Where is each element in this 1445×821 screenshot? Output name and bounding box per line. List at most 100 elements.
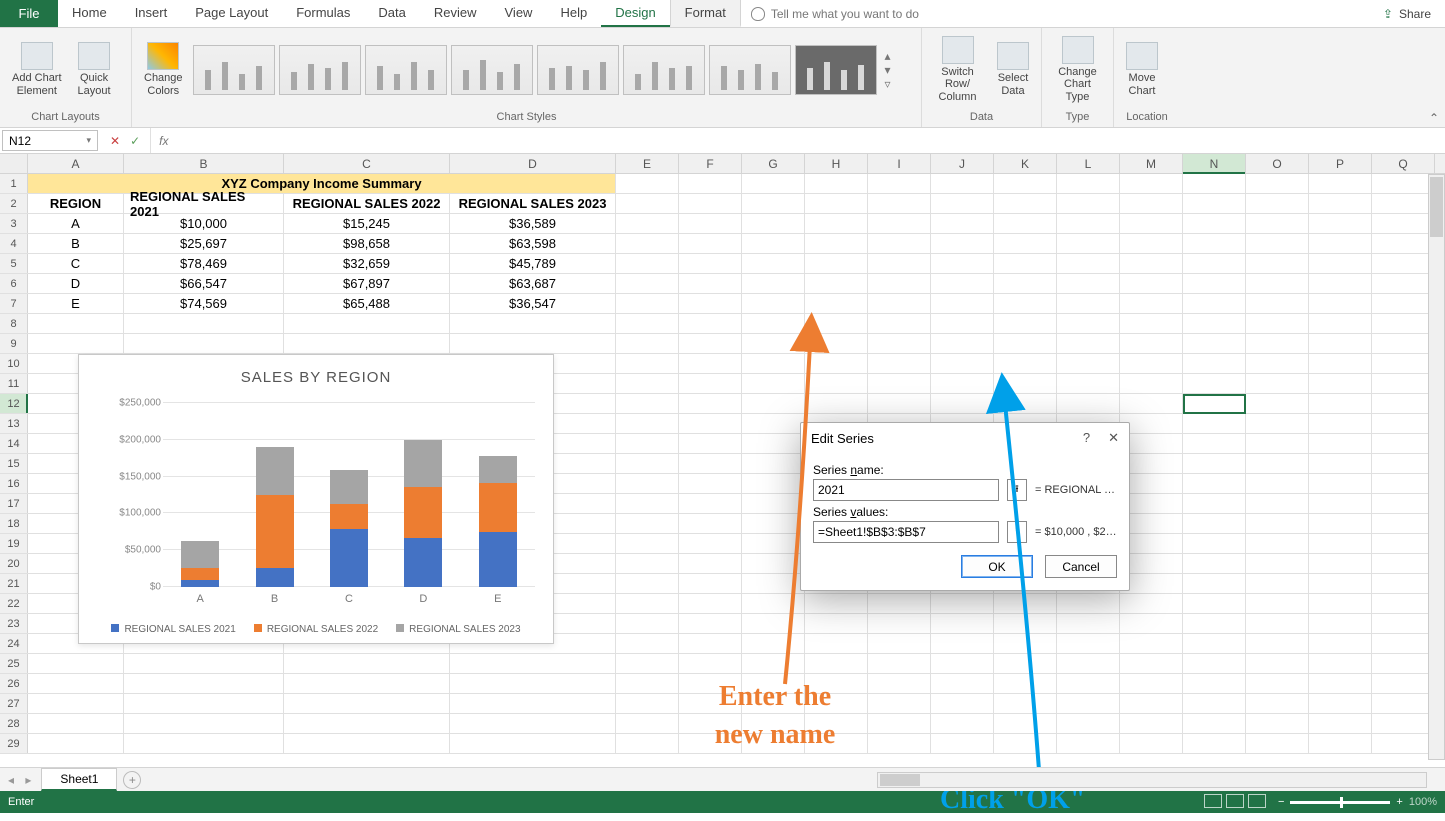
- cell-N8[interactable]: [1183, 314, 1246, 333]
- select-all-corner[interactable]: [0, 154, 28, 173]
- rowhead-21[interactable]: 21: [0, 574, 28, 593]
- cell-C28[interactable]: [284, 714, 450, 733]
- cell-O27[interactable]: [1246, 694, 1309, 713]
- cell-D29[interactable]: [450, 734, 616, 753]
- cell-N21[interactable]: [1183, 574, 1246, 593]
- cell-F22[interactable]: [679, 594, 742, 613]
- cell-A7[interactable]: E: [28, 294, 124, 313]
- cell-B2[interactable]: REGIONAL SALES 2021: [124, 194, 284, 213]
- cell-J6[interactable]: [931, 274, 994, 293]
- cell-J27[interactable]: [931, 694, 994, 713]
- cell-Q26[interactable]: [1372, 674, 1435, 693]
- cell-K6[interactable]: [994, 274, 1057, 293]
- cell-E11[interactable]: [616, 374, 679, 393]
- cell-A8[interactable]: [28, 314, 124, 333]
- cell-B27[interactable]: [124, 694, 284, 713]
- fx-label[interactable]: fx: [151, 128, 176, 153]
- change-colors-button[interactable]: Change Colors: [138, 38, 189, 100]
- cell-N22[interactable]: [1183, 594, 1246, 613]
- colhead-N[interactable]: N: [1183, 154, 1246, 173]
- tab-home[interactable]: Home: [58, 0, 121, 27]
- cell-N7[interactable]: [1183, 294, 1246, 313]
- cell-Q10[interactable]: [1372, 354, 1435, 373]
- cell-P19[interactable]: [1309, 534, 1372, 553]
- dialog-help-button[interactable]: ?: [1083, 430, 1090, 446]
- cell-C5[interactable]: $32,659: [284, 254, 450, 273]
- cell-H7[interactable]: [805, 294, 868, 313]
- cell-O28[interactable]: [1246, 714, 1309, 733]
- cell-K10[interactable]: [994, 354, 1057, 373]
- cell-E16[interactable]: [616, 474, 679, 493]
- cell-J22[interactable]: [931, 594, 994, 613]
- cell-A4[interactable]: B: [28, 234, 124, 253]
- chart-title[interactable]: SALES BY REGION: [79, 355, 553, 394]
- cell-P8[interactable]: [1309, 314, 1372, 333]
- cell-L8[interactable]: [1057, 314, 1120, 333]
- chart-style-1[interactable]: [193, 45, 275, 95]
- cell-F3[interactable]: [679, 214, 742, 233]
- cell-A27[interactable]: [28, 694, 124, 713]
- cell-N20[interactable]: [1183, 554, 1246, 573]
- cell-F23[interactable]: [679, 614, 742, 633]
- cell-O29[interactable]: [1246, 734, 1309, 753]
- cell-P7[interactable]: [1309, 294, 1372, 313]
- cell-C29[interactable]: [284, 734, 450, 753]
- cell-N23[interactable]: [1183, 614, 1246, 633]
- cell-J9[interactable]: [931, 334, 994, 353]
- cell-Q13[interactable]: [1372, 414, 1435, 433]
- cell-B9[interactable]: [124, 334, 284, 353]
- zoom-in[interactable]: +: [1396, 796, 1402, 808]
- cell-L7[interactable]: [1057, 294, 1120, 313]
- cell-L1[interactable]: [1057, 174, 1120, 193]
- cell-J24[interactable]: [931, 634, 994, 653]
- quick-layout-button[interactable]: Quick Layout: [72, 38, 117, 100]
- new-sheet-button[interactable]: +: [123, 771, 141, 789]
- styles-more[interactable]: ▴▾▿: [881, 49, 895, 91]
- cell-J3[interactable]: [931, 214, 994, 233]
- cell-H2[interactable]: [805, 194, 868, 213]
- cell-A2[interactable]: REGION: [28, 194, 124, 213]
- cell-P18[interactable]: [1309, 514, 1372, 533]
- cell-P9[interactable]: [1309, 334, 1372, 353]
- cell-F14[interactable]: [679, 434, 742, 453]
- cell-F15[interactable]: [679, 454, 742, 473]
- cell-P10[interactable]: [1309, 354, 1372, 373]
- cell-N27[interactable]: [1183, 694, 1246, 713]
- cell-Q25[interactable]: [1372, 654, 1435, 673]
- cell-F6[interactable]: [679, 274, 742, 293]
- chart-style-6[interactable]: [623, 45, 705, 95]
- cell-P17[interactable]: [1309, 494, 1372, 513]
- rowhead-1[interactable]: 1: [0, 174, 28, 193]
- formula-input[interactable]: [176, 128, 1445, 153]
- rowhead-7[interactable]: 7: [0, 294, 28, 313]
- cell-Q22[interactable]: [1372, 594, 1435, 613]
- cell-O1[interactable]: [1246, 174, 1309, 193]
- cell-I7[interactable]: [868, 294, 931, 313]
- cell-P11[interactable]: [1309, 374, 1372, 393]
- cell-P27[interactable]: [1309, 694, 1372, 713]
- cell-P25[interactable]: [1309, 654, 1372, 673]
- cell-M23[interactable]: [1120, 614, 1183, 633]
- enter-formula-icon[interactable]: ✓: [130, 134, 140, 148]
- cell-K2[interactable]: [994, 194, 1057, 213]
- rowhead-19[interactable]: 19: [0, 534, 28, 553]
- cell-N2[interactable]: [1183, 194, 1246, 213]
- cell-K8[interactable]: [994, 314, 1057, 333]
- cell-M6[interactable]: [1120, 274, 1183, 293]
- cell-M7[interactable]: [1120, 294, 1183, 313]
- zoom-slider[interactable]: [1290, 801, 1390, 804]
- cell-L4[interactable]: [1057, 234, 1120, 253]
- cell-F10[interactable]: [679, 354, 742, 373]
- cell-O17[interactable]: [1246, 494, 1309, 513]
- cell-F20[interactable]: [679, 554, 742, 573]
- cell-J25[interactable]: [931, 654, 994, 673]
- rowhead-25[interactable]: 25: [0, 654, 28, 673]
- collapse-ribbon[interactable]: ⌃: [1429, 111, 1439, 125]
- cell-A9[interactable]: [28, 334, 124, 353]
- cell-M8[interactable]: [1120, 314, 1183, 333]
- cell-M22[interactable]: [1120, 594, 1183, 613]
- cell-J28[interactable]: [931, 714, 994, 733]
- cell-M9[interactable]: [1120, 334, 1183, 353]
- chart-style-7[interactable]: [709, 45, 791, 95]
- tab-insert[interactable]: Insert: [121, 0, 182, 27]
